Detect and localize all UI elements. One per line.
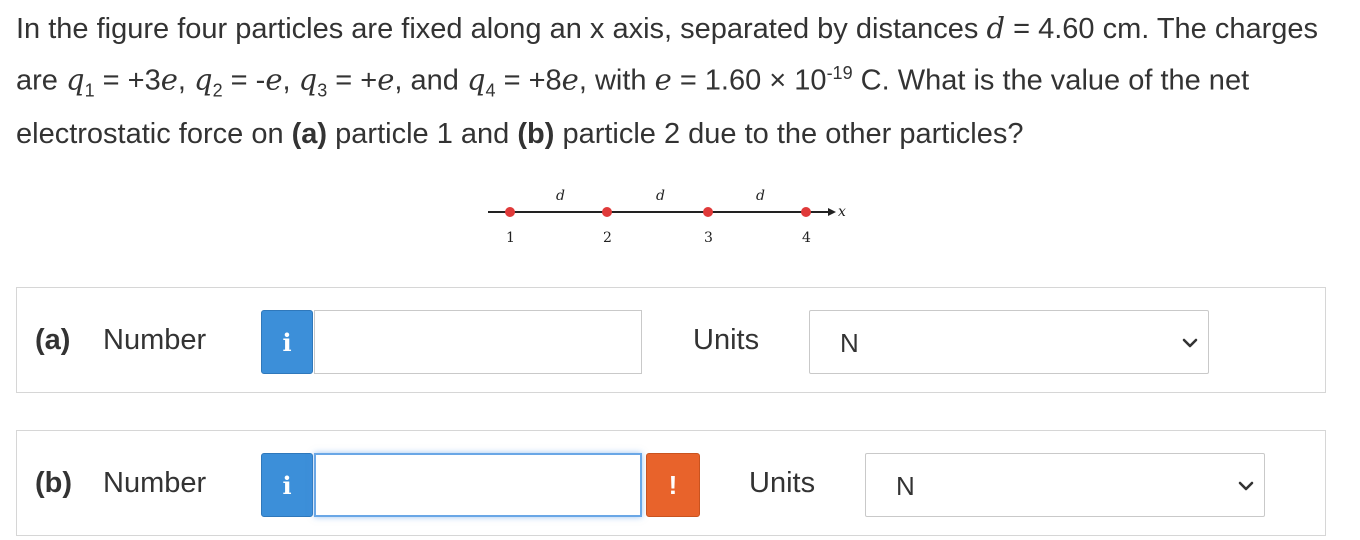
x-axis-arrow xyxy=(828,208,836,216)
part-b-label: (b) xyxy=(35,467,73,499)
particle-label-4: 4 xyxy=(802,230,811,246)
particle-1 xyxy=(505,207,515,217)
distance-label-3: d xyxy=(756,188,765,204)
question-end: particle 2 due to the other particles? xyxy=(562,118,1024,151)
units-label-b: Units xyxy=(749,467,816,499)
question-text: In the figure four particles are fixed a… xyxy=(16,11,1319,151)
q4-symbol: q xyxy=(466,62,486,97)
q1-value: = +3 xyxy=(102,64,161,97)
particle-figure: x d d d 1 2 3 4 xyxy=(488,188,846,246)
e-symbol: e xyxy=(265,62,283,97)
q1-symbol: q xyxy=(65,62,85,97)
axis-label-x: x xyxy=(838,204,846,220)
q2-subscript: 2 xyxy=(212,80,223,101)
e-symbol: e xyxy=(561,62,579,97)
particle-label-2: 2 xyxy=(603,230,612,246)
info-glyph: i xyxy=(282,470,292,500)
part-b-ref: (b) xyxy=(517,118,555,151)
number-label-b: Number xyxy=(103,467,207,499)
info-glyph: i xyxy=(282,327,292,357)
particle-label-1: 1 xyxy=(506,230,515,246)
distance-label-1: d xyxy=(556,188,565,204)
q1-subscript: 1 xyxy=(84,80,95,101)
question-mid: particle 1 and xyxy=(335,118,510,151)
e-value: = 1.60 × 10 xyxy=(679,64,827,97)
units-value-b: N xyxy=(896,471,915,501)
answer-row-a: (a) Number i Units N xyxy=(16,287,1326,393)
units-select-a[interactable]: N xyxy=(809,310,1209,374)
number-input-a[interactable] xyxy=(314,310,642,374)
chevron-down-icon xyxy=(1182,338,1198,348)
units-select-b[interactable]: N xyxy=(865,453,1265,517)
warning-icon[interactable]: ! xyxy=(646,453,700,517)
question-intro: In the figure four particles are fixed a… xyxy=(16,13,979,45)
e-symbol: e xyxy=(654,62,672,97)
particle-2 xyxy=(602,207,612,217)
q4-subscript: 4 xyxy=(485,80,496,101)
part-a-label: (a) xyxy=(35,324,71,356)
q2-symbol: q xyxy=(194,62,213,97)
d-symbol: d xyxy=(986,11,1006,45)
chevron-down-icon xyxy=(1238,481,1254,491)
e-exponent: -19 xyxy=(826,63,853,83)
number-input-b[interactable] xyxy=(314,453,642,517)
warning-glyph: ! xyxy=(668,469,678,500)
e-symbol: e xyxy=(160,62,178,97)
particle-label-3: 3 xyxy=(704,230,713,246)
info-icon[interactable]: i xyxy=(261,453,313,517)
q3-symbol: q xyxy=(298,62,318,97)
particle-4 xyxy=(801,207,811,217)
answer-row-b: (b) Number i ! Units N xyxy=(16,430,1326,536)
q4-value: = +8 xyxy=(503,64,562,97)
units-label-a: Units xyxy=(693,324,760,356)
q3-value: = + xyxy=(335,64,378,97)
part-a-ref: (a) xyxy=(291,118,328,151)
number-label-a: Number xyxy=(103,324,207,356)
particle-3 xyxy=(703,207,713,217)
distance-label-2: d xyxy=(656,188,665,204)
q3-subscript: 3 xyxy=(317,80,328,101)
with-text: , with xyxy=(578,64,647,97)
q2-value: = - xyxy=(230,64,266,97)
e-symbol: e xyxy=(377,62,395,97)
info-icon[interactable]: i xyxy=(261,310,313,374)
units-value-a: N xyxy=(840,328,859,358)
